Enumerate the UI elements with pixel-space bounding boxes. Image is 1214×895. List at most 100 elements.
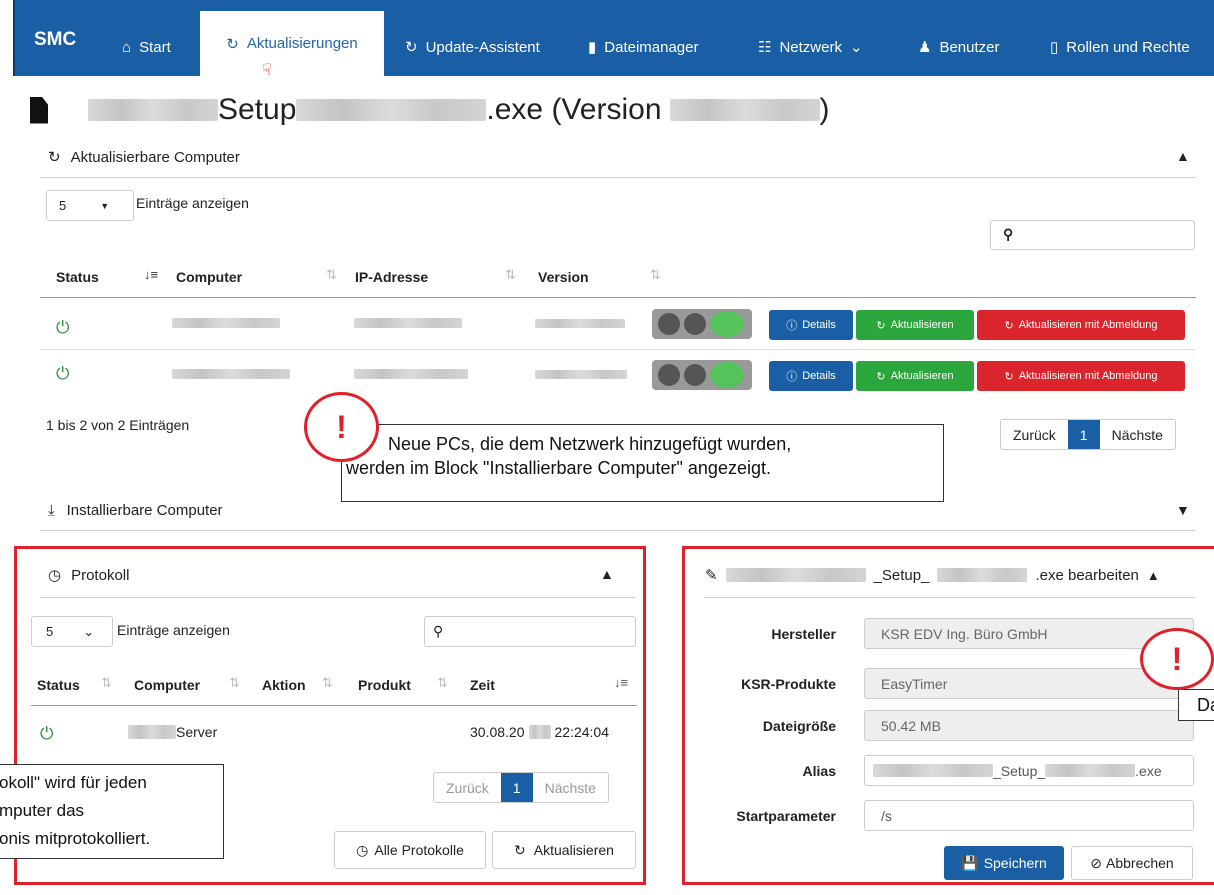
page-1-button[interactable]: 1 (500, 773, 533, 802)
file-icon: ▮ (588, 39, 597, 56)
nav-file-manager[interactable]: ▮ Dateimanager (588, 36, 698, 58)
alias-label: Alias (802, 763, 836, 779)
sort-asc-icon[interactable]: ↓≡ (144, 267, 158, 282)
nav-start[interactable]: ⌂ Start (122, 36, 171, 58)
col-product[interactable]: Produkt (358, 677, 411, 693)
save-button[interactable]: 💾 Speichern (944, 846, 1064, 880)
protocol-header[interactable]: ◷ Protokoll (48, 566, 129, 585)
cursor-hand-icon: ☟ (262, 62, 272, 79)
update-button[interactable]: ↻ Aktualisieren (856, 361, 974, 391)
entries-label: Einträge anzeigen (117, 622, 230, 638)
products-label: KSR-Produkte (741, 676, 836, 692)
edit-header[interactable]: ✎ _Setup_ .exe bearbeiten ▲ (705, 566, 1160, 585)
search-input[interactable]: ⚲ (990, 220, 1195, 250)
update-logoff-button[interactable]: ↻ Aktualisieren mit Abmeldung (977, 310, 1185, 340)
chevron-down-icon: ⌄ (83, 623, 95, 639)
sort-icon[interactable]: ⇅ (229, 675, 240, 691)
protocol-page-size-select[interactable]: 5 ⌄ (31, 616, 113, 647)
next-button[interactable]: Nächste (533, 773, 608, 802)
protocol-search-input[interactable]: ⚲ (424, 616, 636, 647)
status-lights (652, 309, 752, 339)
sort-desc-icon[interactable]: ↓≡ (614, 675, 628, 690)
refresh-icon: ↻ (1004, 319, 1014, 332)
page-title: Setup .exe (Version ) (30, 93, 830, 127)
table-info: 1 bis 2 von 2 Einträgen (46, 417, 190, 433)
chevron-up-icon[interactable]: ▲ (1176, 148, 1190, 164)
callout-protocol: okoll" wird für jeden mputer das onis mi… (0, 764, 224, 859)
chevron-up-icon[interactable]: ▲ (1147, 568, 1160, 583)
all-logs-button[interactable]: ◷ Alle Protokolle (334, 831, 486, 869)
installable-header[interactable]: ⤓ Installierbare Computer (48, 502, 223, 519)
col-ip[interactable]: IP-Adresse (355, 269, 428, 285)
log-row-computer: Server (128, 724, 217, 740)
ban-icon: ⊘ (1090, 854, 1102, 871)
refresh-icon: ↻ (48, 149, 61, 166)
sitemap-icon: ☷ (758, 39, 772, 56)
params-input[interactable]: /s (864, 800, 1194, 831)
updatable-header[interactable]: ↻ Aktualisierbare Computer (48, 148, 240, 167)
pagination: Zurück 1 Nächste (1000, 419, 1176, 450)
home-icon: ⌂ (122, 38, 132, 56)
power-icon: ⏻ (56, 318, 70, 337)
sort-icon[interactable]: ⇅ (326, 267, 337, 283)
status-lights (652, 360, 752, 390)
page-1-button[interactable]: 1 (1067, 420, 1100, 449)
users-icon: ♟ (918, 39, 932, 56)
id-card-icon: ▯ (1050, 39, 1059, 56)
chevron-down-icon: ⌄ (849, 39, 863, 56)
search-icon: ⚲ (1003, 226, 1014, 242)
page-size-select[interactable]: 5 ▼ (46, 190, 134, 221)
col-computer[interactable]: Computer (134, 677, 200, 693)
update-button[interactable]: ↻ Aktualisieren (856, 310, 974, 340)
info-icon: ⓘ (786, 320, 798, 332)
details-button[interactable]: ⓘ Details (769, 361, 853, 391)
log-row-time: 30.08.20 22:24:04 (470, 724, 609, 740)
sort-icon[interactable]: ⇅ (505, 267, 516, 283)
caret-down-icon: ▼ (100, 200, 110, 211)
nav-roles[interactable]: ▯ Rollen und Rechte (1050, 36, 1190, 58)
refresh-icon: ↻ (514, 841, 526, 858)
params-label: Startparameter (736, 808, 836, 824)
cancel-button[interactable]: ⊘ Abbrechen (1071, 846, 1193, 880)
power-icon: ⏻ (56, 364, 70, 383)
power-icon: ⏻ (40, 724, 54, 743)
details-button[interactable]: ⓘ Details (769, 310, 853, 340)
callout-edit: Da (1178, 689, 1214, 721)
nav-update-assistant[interactable]: ↻ Update-Assistent (405, 36, 540, 58)
chevron-down-icon[interactable]: ▼ (1176, 502, 1190, 518)
refresh-circle-icon: ↻ (405, 39, 418, 56)
sort-icon[interactable]: ⇅ (650, 267, 661, 283)
col-computer[interactable]: Computer (176, 269, 242, 285)
prev-button[interactable]: Zurück (434, 773, 501, 802)
chevron-up-icon[interactable]: ▲ (600, 566, 614, 582)
prev-button[interactable]: Zurück (1001, 420, 1068, 449)
refresh-icon: ↻ (876, 319, 886, 332)
sort-icon[interactable]: ⇅ (101, 675, 112, 691)
history-icon: ◷ (356, 841, 369, 858)
vendor-label: Hersteller (771, 626, 836, 642)
next-button[interactable]: Nächste (1100, 420, 1175, 449)
col-time[interactable]: Zeit (470, 677, 495, 693)
col-status[interactable]: Status (37, 677, 80, 693)
brand-logo[interactable]: SMC (34, 29, 76, 51)
nav-updates[interactable]: ↻ Aktualisierungen (200, 11, 384, 76)
history-icon: ◷ (48, 567, 62, 584)
file-icon (30, 96, 48, 124)
update-logoff-button[interactable]: ↻ Aktualisieren mit Abmeldung (977, 361, 1185, 391)
floppy-icon: 💾 (961, 854, 979, 871)
col-status[interactable]: Status (56, 269, 99, 285)
search-icon: ⚲ (433, 623, 444, 639)
size-field: 50.42 MB (864, 710, 1194, 741)
sort-icon[interactable]: ⇅ (322, 675, 333, 691)
nav-network[interactable]: ☷ Netzwerk ⌄ (758, 36, 863, 58)
sort-icon[interactable]: ⇅ (437, 675, 448, 691)
nav-users[interactable]: ♟ Benutzer (918, 36, 1000, 58)
refresh-log-button[interactable]: ↻ Aktualisieren (492, 831, 636, 869)
refresh-icon: ↻ (1004, 370, 1014, 383)
refresh-icon: ↻ (226, 35, 239, 53)
col-version[interactable]: Version (538, 269, 589, 285)
alias-input[interactable]: _Setup_ .exe (864, 755, 1194, 786)
info-icon: ⓘ (786, 371, 798, 383)
col-action[interactable]: Aktion (262, 677, 306, 693)
exclamation-icon: ! (1140, 628, 1214, 690)
